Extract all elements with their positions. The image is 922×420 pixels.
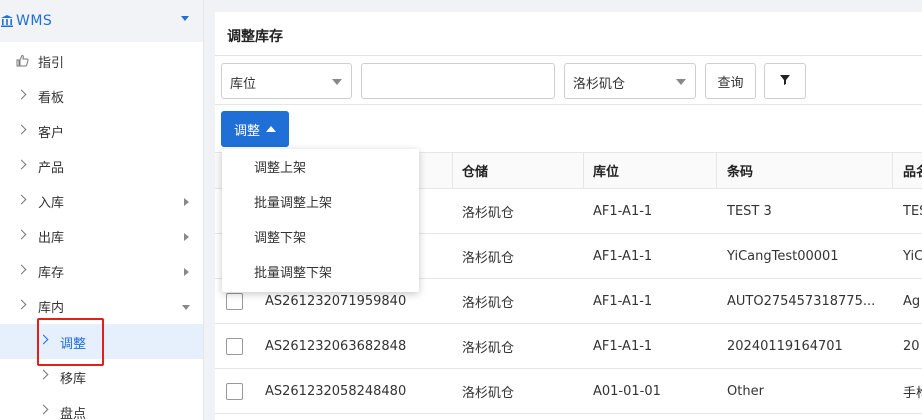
cell-location: AF1-A1-1 (593, 338, 653, 354)
cell-barcode: YiCangTest00001 (727, 248, 839, 264)
adjust-button-label: 调整 (233, 123, 260, 139)
cell-warehouse: 洛杉矶仓 (462, 295, 515, 311)
sidebar-item-label: 产品 (38, 161, 65, 176)
chevron-right-icon (16, 159, 27, 170)
caret-right-icon (184, 198, 189, 206)
filter-icon (780, 74, 790, 89)
table-row[interactable]: AS261232063682848 洛杉矶仓 AF1-A1-1 20240119… (215, 324, 922, 369)
warehouse-select[interactable]: 洛杉矶仓 (564, 63, 696, 99)
chevron-right-icon (16, 229, 27, 240)
chevron-right-icon (16, 89, 27, 100)
caret-right-icon (184, 268, 189, 276)
cell-warehouse: 洛杉矶仓 (462, 385, 515, 401)
caret-down-icon (182, 305, 190, 310)
chevron-right-icon (16, 124, 27, 135)
sidebar-item-outbound[interactable]: 出库 (0, 219, 203, 254)
cell-name: 20 (903, 338, 920, 354)
chevron-right-icon (16, 194, 27, 205)
cell-location: AF1-A1-1 (593, 203, 653, 219)
divider (215, 104, 922, 105)
search-input[interactable] (361, 63, 555, 99)
app-title: WMS (16, 13, 53, 29)
sidebar-item-dashboard[interactable]: 看板 (0, 79, 203, 114)
menu-item-batch-adjust-unshelve[interactable]: 批量调整下架 (222, 254, 419, 289)
sidebar-item-label: 入库 (38, 196, 65, 211)
field-select-value: 库位 (230, 77, 257, 92)
cell-name: YiC (903, 248, 922, 264)
warehouse-select-value: 洛杉矶仓 (573, 77, 626, 92)
sidebar-item-label: 客户 (38, 126, 65, 141)
column-header-name: 品名 (903, 165, 922, 180)
column-header-location: 库位 (593, 165, 620, 180)
sidebar-subitem-label: 移库 (60, 372, 87, 387)
cell-number: AS261232058248480 (265, 383, 407, 399)
sidebar-item-label: 库存 (38, 266, 65, 281)
cell-barcode: Other (727, 383, 764, 399)
app-header[interactable]: WMS (0, 0, 203, 42)
cell-location: AF1-A1-1 (593, 293, 653, 309)
sidebar-subitem-stocktake[interactable]: 盘点 (0, 394, 203, 420)
filter-bar: 库位 洛杉矶仓 查询 (221, 63, 921, 99)
sidebar-item-inventory[interactable]: 库存 (0, 254, 203, 289)
column-header-barcode: 条码 (727, 165, 754, 180)
caret-down-icon[interactable] (181, 16, 189, 21)
chevron-right-icon (38, 369, 49, 380)
caret-right-icon (184, 233, 189, 241)
row-checkbox[interactable] (226, 383, 243, 400)
cell-barcode: AUTO275457318775... (727, 293, 876, 309)
column-header-warehouse: 仓储 (462, 165, 489, 180)
field-select[interactable]: 库位 (221, 63, 352, 99)
sidebar-item-label: 指引 (38, 56, 65, 71)
cell-name: 手枪 (903, 385, 922, 401)
sidebar-item-label: 看板 (38, 91, 65, 106)
sidebar-item-label: 库内 (38, 301, 65, 316)
cell-warehouse: 洛杉矶仓 (462, 205, 515, 221)
cell-location: AF1-A1-1 (593, 248, 653, 264)
highlight-annotation (37, 318, 104, 366)
sidebar-item-customer[interactable]: 客户 (0, 114, 203, 149)
sidebar-item-guide[interactable]: 指引 (0, 44, 203, 79)
caret-down-icon (332, 79, 342, 85)
chevron-right-icon (38, 404, 49, 415)
cell-warehouse: 洛杉矶仓 (462, 250, 515, 266)
sidebar-subitem-label: 盘点 (60, 407, 87, 420)
caret-up-icon (266, 126, 276, 132)
cell-barcode: 20240119164701 (727, 338, 843, 354)
sidebar-item-product[interactable]: 产品 (0, 149, 203, 184)
row-checkbox[interactable] (226, 293, 243, 310)
thumbs-up-icon (16, 54, 29, 67)
page-title: 调整库存 (215, 12, 922, 56)
table-row[interactable]: AS261232058248480 洛杉矶仓 A01-01-01 Other 手… (215, 369, 922, 414)
chevron-right-icon (16, 299, 27, 310)
query-button[interactable]: 查询 (705, 63, 756, 99)
row-checkbox[interactable] (226, 338, 243, 355)
chevron-right-icon (16, 264, 27, 275)
cell-name: Ag (903, 293, 921, 309)
bank-icon (0, 14, 16, 28)
cell-warehouse: 洛杉矶仓 (462, 340, 515, 356)
cell-number: AS261232063682848 (265, 338, 407, 354)
cell-location: A01-01-01 (593, 383, 661, 399)
menu-item-adjust-unshelve[interactable]: 调整下架 (222, 219, 419, 254)
menu-item-adjust-shelve[interactable]: 调整上架 (222, 149, 419, 184)
sidebar-item-inbound[interactable]: 入库 (0, 184, 203, 219)
cell-barcode: TEST 3 (727, 203, 772, 219)
caret-down-icon (676, 79, 686, 85)
cell-name: TES (903, 203, 922, 219)
sidebar-item-label: 出库 (38, 231, 65, 246)
adjust-dropdown-button[interactable]: 调整 (221, 111, 289, 147)
adjust-dropdown-menu: 调整上架 批量调整上架 调整下架 批量调整下架 (222, 149, 419, 292)
filter-button[interactable] (764, 63, 806, 99)
menu-item-batch-adjust-shelve[interactable]: 批量调整上架 (222, 184, 419, 219)
